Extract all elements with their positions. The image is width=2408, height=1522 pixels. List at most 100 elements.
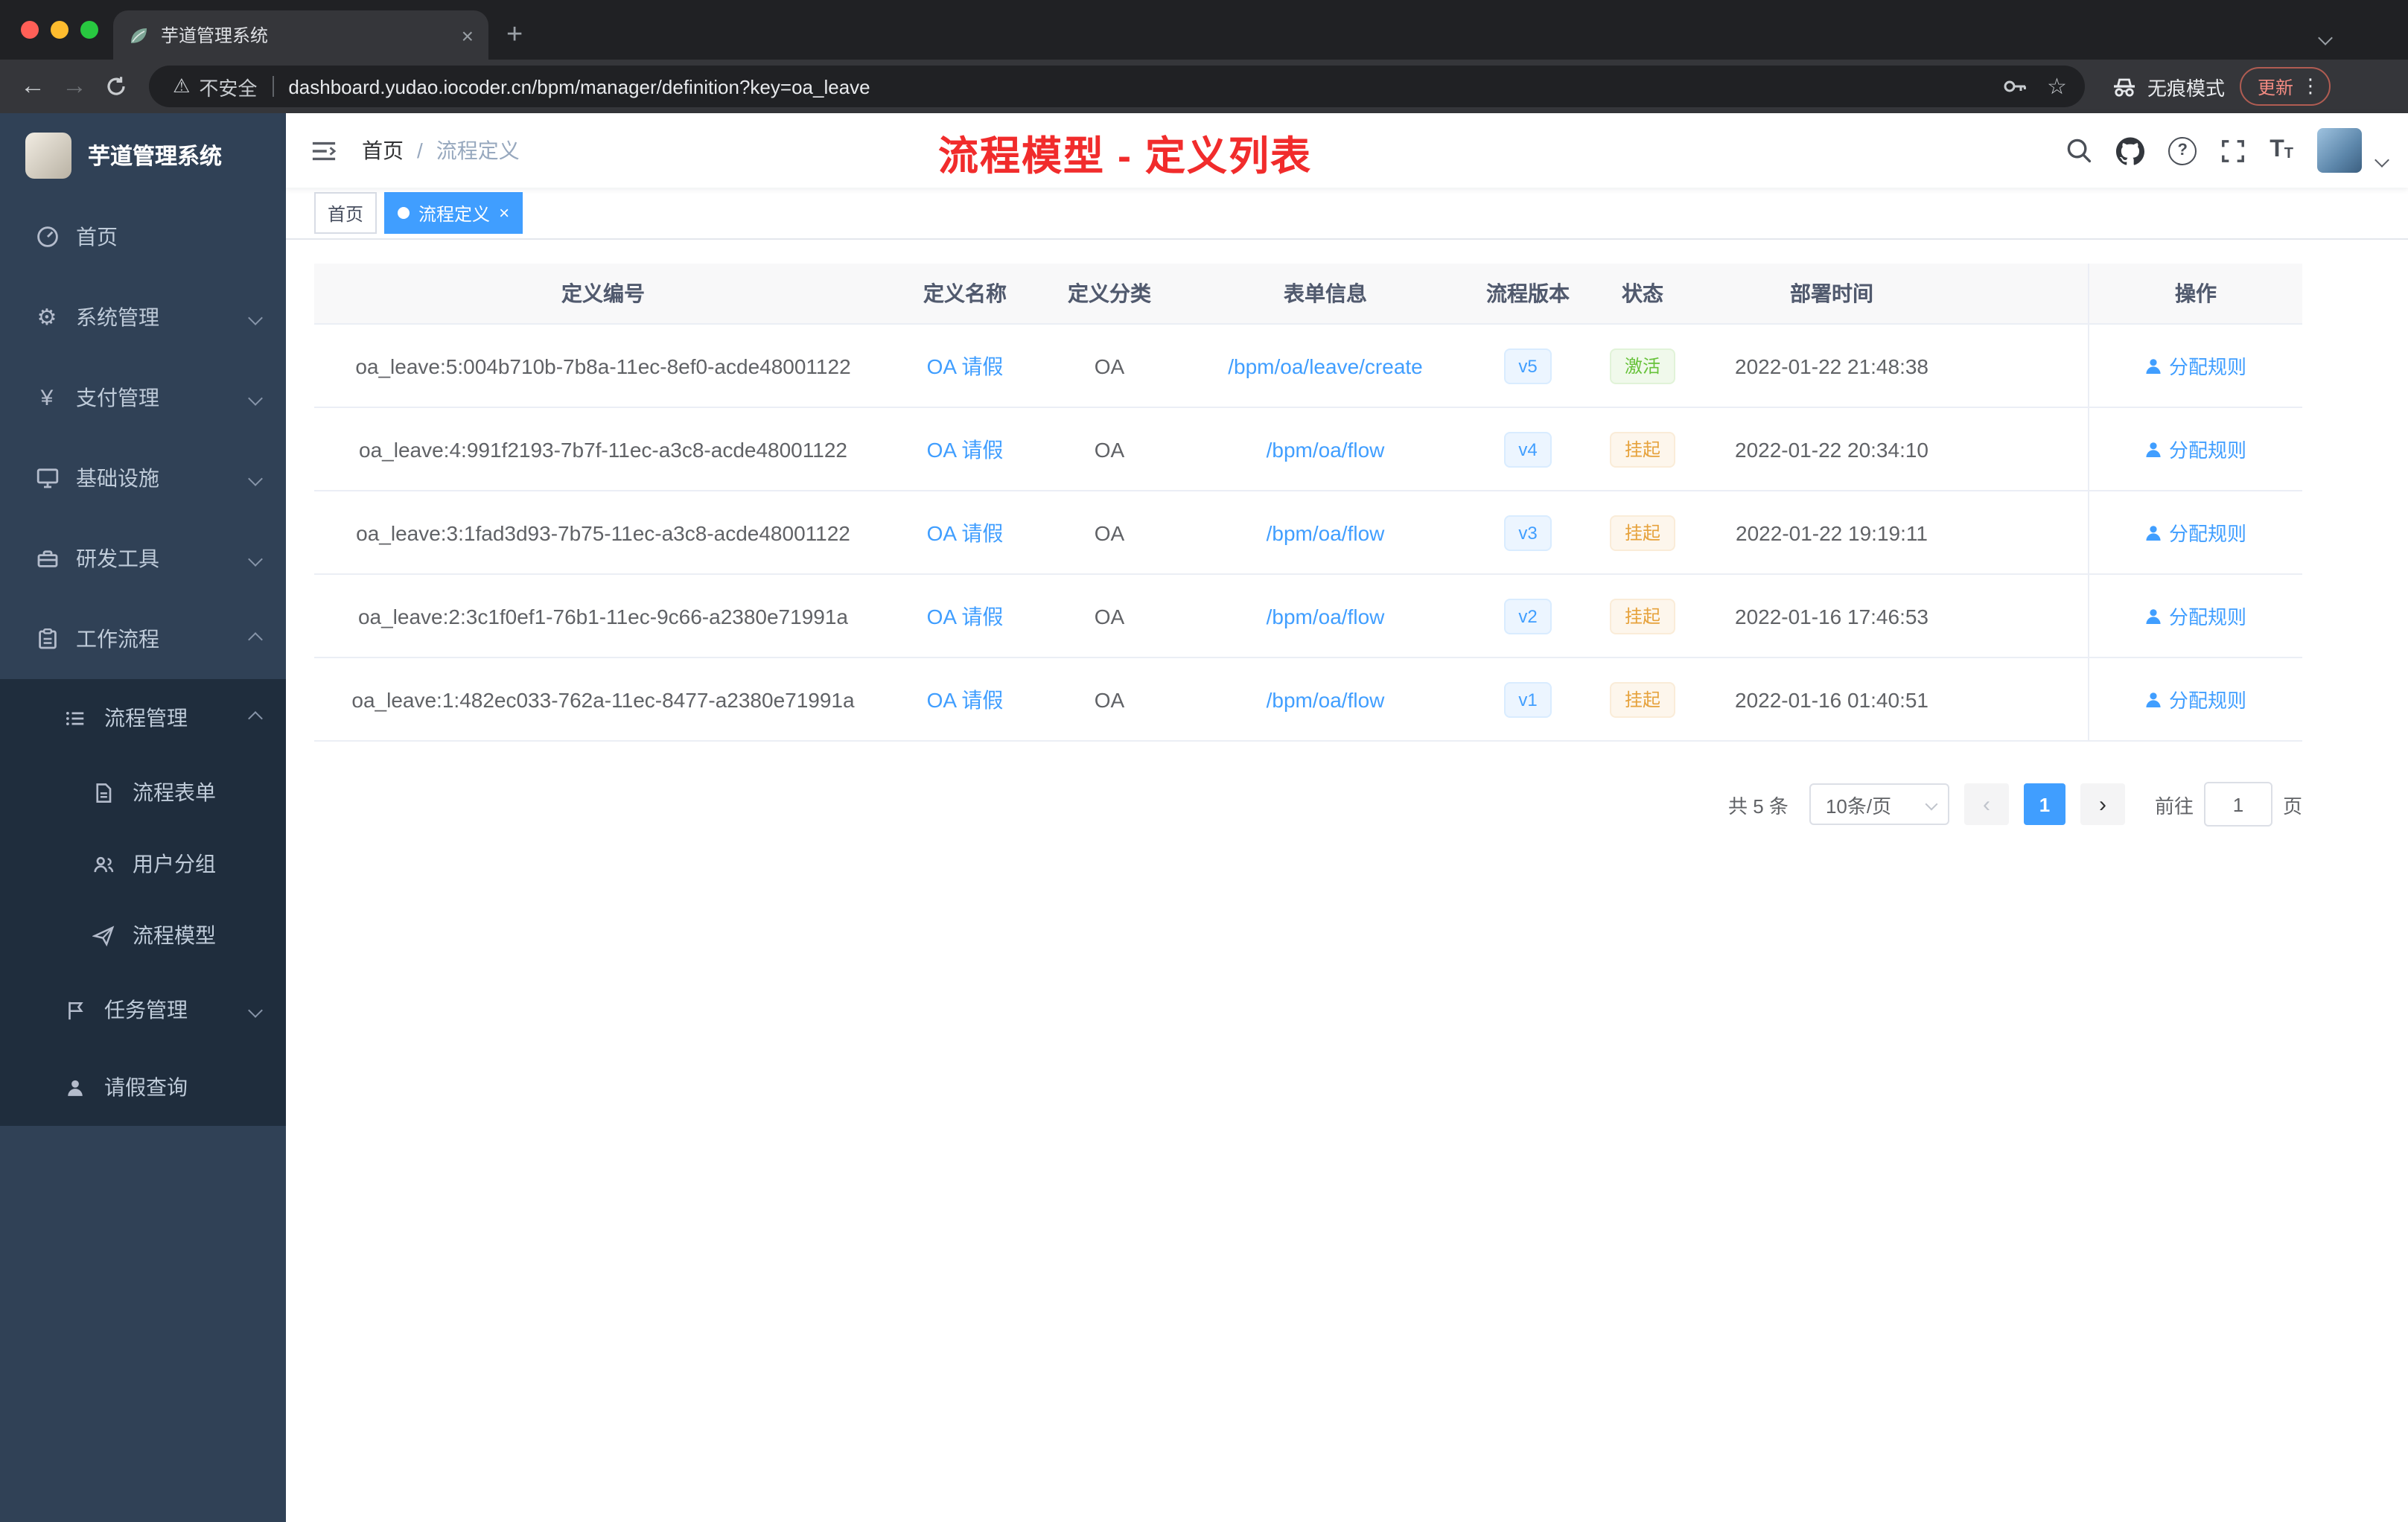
definition-name-link[interactable]: OA 请假 — [927, 351, 1004, 380]
status-badge: 挂起 — [1609, 515, 1675, 550]
prev-page-button[interactable]: ‹ — [1963, 783, 2009, 825]
paper-plane-icon — [91, 924, 116, 946]
form-link[interactable]: /bpm/oa/flow — [1267, 437, 1385, 461]
sidebar-item-home[interactable]: 首页 — [0, 197, 286, 277]
address-bar[interactable]: ⚠ 不安全 dashboard.yudao.iocoder.cn/bpm/man… — [149, 66, 2085, 107]
sidebar-item-system[interactable]: ⚙ 系统管理 — [0, 277, 286, 357]
tab-search-chevron-icon[interactable] — [2318, 24, 2333, 51]
table-row: oa_leave:1:482ec033-762a-11ec-8477-a2380… — [314, 658, 2302, 742]
form-link[interactable]: /bpm/oa/flow — [1267, 520, 1385, 544]
back-icon[interactable]: ← — [12, 66, 54, 107]
sidebar-collapse-icon[interactable] — [311, 139, 337, 162]
pagination-total: 共 5 条 — [1728, 795, 1789, 817]
clipboard-icon — [34, 627, 60, 651]
breadcrumb-current: 流程定义 — [436, 138, 520, 162]
breadcrumb-home[interactable]: 首页 — [362, 136, 404, 165]
url-text[interactable]: dashboard.yudao.iocoder.cn/bpm/manager/d… — [288, 75, 2001, 98]
app-logo[interactable]: 芋道管理系统 — [0, 113, 286, 197]
person-icon — [2147, 608, 2162, 623]
definition-table: 定义编号 定义名称 定义分类 表单信息 流程版本 状态 部署时间 操作 oa_l… — [314, 264, 2302, 742]
browser-tab[interactable]: 芋道管理系统 × — [113, 10, 488, 60]
form-link[interactable]: /bpm/oa/flow — [1267, 604, 1385, 628]
reload-icon[interactable] — [95, 66, 137, 107]
sidebar-item-leave-query[interactable]: 请假查询 — [0, 1048, 286, 1126]
version-badge[interactable]: v2 — [1503, 598, 1552, 634]
sidebar-item-task-mgmt[interactable]: 任务管理 — [0, 971, 286, 1048]
version-badge[interactable]: v3 — [1503, 515, 1552, 550]
sidebar-item-user-group[interactable]: 用户分组 — [0, 828, 286, 899]
sidebar-item-process-mgmt[interactable]: 流程管理 — [0, 679, 286, 757]
table-row: oa_leave:5:004b710b-7b8a-11ec-8ef0-acde4… — [314, 325, 2302, 408]
definition-name-link[interactable]: OA 请假 — [927, 601, 1004, 631]
version-badge[interactable]: v5 — [1503, 348, 1552, 383]
page-size-select[interactable]: 10条/页 — [1809, 783, 1949, 825]
version-badge[interactable]: v4 — [1503, 431, 1552, 467]
page-number-button[interactable]: 1 — [2023, 783, 2065, 825]
sidebar-item-process-model[interactable]: 流程模型 — [0, 899, 286, 971]
assign-rule-link[interactable]: 分配规则 — [2145, 685, 2246, 713]
window-minimize-button[interactable] — [51, 21, 69, 39]
warning-icon: ⚠ — [173, 74, 191, 97]
update-button[interactable]: 更新 ⋮ — [2239, 67, 2331, 106]
sidebar-item-devtools[interactable]: 研发工具 — [0, 518, 286, 599]
password-key-icon[interactable] — [2001, 73, 2028, 100]
goto-page-input[interactable] — [2203, 782, 2272, 827]
security-label: 不安全 — [199, 77, 258, 99]
definition-category: OA — [1094, 354, 1125, 378]
page-unit-label: 页 — [2282, 795, 2302, 817]
search-icon[interactable] — [2065, 137, 2092, 164]
definition-name-link[interactable]: OA 请假 — [927, 518, 1004, 547]
form-link[interactable]: /bpm/oa/leave/create — [1228, 354, 1423, 378]
person-icon — [2147, 358, 2162, 373]
next-page-button[interactable]: › — [2080, 783, 2125, 825]
version-badge[interactable]: v1 — [1503, 681, 1552, 717]
avatar-chevron-down-icon[interactable] — [2374, 146, 2389, 173]
sidebar-item-payment[interactable]: ¥ 支付管理 — [0, 357, 286, 438]
favicon-icon — [128, 25, 149, 45]
chevron-down-icon — [248, 1002, 263, 1017]
sidebar-item-infra[interactable]: 基础设施 — [0, 438, 286, 518]
github-icon[interactable] — [2116, 136, 2145, 165]
tag-home[interactable]: 首页 — [314, 192, 378, 234]
deploy-time: 2022-01-16 01:40:51 — [1735, 687, 1928, 711]
avatar[interactable] — [2317, 128, 2362, 173]
deploy-time: 2022-01-16 17:46:53 — [1735, 604, 1928, 628]
page-content: 定义编号 定义名称 定义分类 表单信息 流程版本 状态 部署时间 操作 oa_l… — [286, 240, 2408, 1522]
assign-rule-link[interactable]: 分配规则 — [2145, 602, 2246, 630]
assign-rule-link[interactable]: 分配规则 — [2145, 351, 2246, 380]
form-link[interactable]: /bpm/oa/flow — [1267, 687, 1385, 711]
definition-name-link[interactable]: OA 请假 — [927, 684, 1004, 714]
window-close-button[interactable] — [21, 21, 39, 39]
definition-name-link[interactable]: OA 请假 — [927, 434, 1004, 464]
security-indicator[interactable]: ⚠ 不安全 — [173, 72, 257, 101]
assign-rule-link[interactable]: 分配规则 — [2145, 518, 2246, 547]
definition-id: oa_leave:5:004b710b-7b8a-11ec-8ef0-acde4… — [355, 354, 851, 378]
assign-rule-link[interactable]: 分配规则 — [2145, 435, 2246, 463]
sidebar-item-workflow[interactable]: 工作流程 — [0, 599, 286, 679]
bookmark-star-icon[interactable]: ☆ — [2047, 75, 2067, 98]
goto-label: 前往 — [2154, 795, 2194, 817]
deploy-time: 2022-01-22 20:34:10 — [1735, 437, 1928, 461]
sidebar-item-process-form[interactable]: 流程表单 — [0, 757, 286, 828]
window-zoom-button[interactable] — [80, 21, 98, 39]
fullscreen-icon[interactable] — [2220, 138, 2246, 163]
font-size-icon[interactable]: TT — [2270, 138, 2293, 162]
toolbox-icon — [34, 547, 60, 570]
breadcrumb: 首页 / 流程定义 — [362, 136, 520, 165]
definition-id: oa_leave:1:482ec033-762a-11ec-8477-a2380… — [351, 687, 855, 711]
definition-category: OA — [1094, 437, 1125, 461]
tag-close-icon[interactable]: × — [499, 204, 509, 222]
gear-icon: ⚙ — [36, 305, 57, 331]
col-form-info: 表单信息 — [1284, 281, 1367, 305]
incognito-badge: 无痕模式 — [2112, 72, 2225, 101]
tags-view-bar: 首页 流程定义 × — [286, 188, 2408, 240]
menu-dots-icon[interactable]: ⋮ — [2301, 74, 2320, 98]
forward-icon[interactable]: → — [54, 66, 95, 107]
help-icon[interactable]: ? — [2168, 136, 2197, 165]
person-icon — [63, 1076, 88, 1098]
tab-close-icon[interactable]: × — [462, 25, 474, 45]
new-tab-button[interactable]: + — [506, 21, 523, 49]
table-row: oa_leave:4:991f2193-7b7f-11ec-a3c8-acde4… — [314, 408, 2302, 491]
pagination: 共 5 条 10条/页 ‹ 1 › 前往 页 — [314, 782, 2302, 827]
tag-process-definition[interactable]: 流程定义 × — [384, 192, 523, 234]
